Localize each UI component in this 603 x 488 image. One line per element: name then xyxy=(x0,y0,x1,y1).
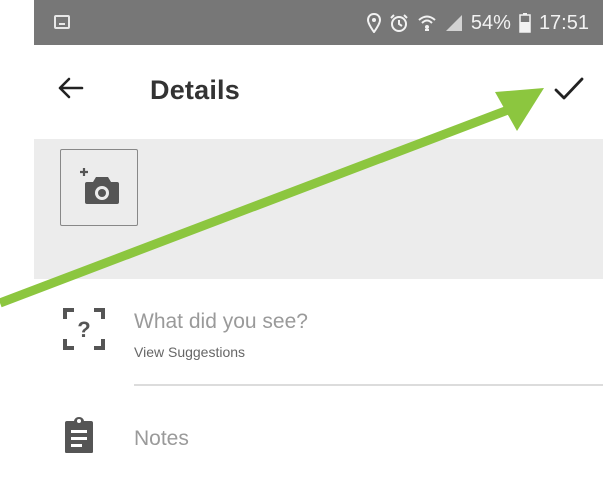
photo-area xyxy=(34,139,603,279)
battery-icon xyxy=(519,13,531,33)
notes-row[interactable]: Notes xyxy=(34,386,603,488)
unknown-species-icon: ? xyxy=(63,308,105,350)
wifi-icon xyxy=(418,15,436,31)
checkmark-icon[interactable] xyxy=(553,75,585,103)
back-arrow-icon[interactable] xyxy=(56,73,86,103)
species-input[interactable]: What did you see? xyxy=(134,310,308,334)
notes-input[interactable]: Notes xyxy=(134,427,189,451)
clock: 17:51 xyxy=(538,11,589,34)
svg-text:?: ? xyxy=(77,317,90,342)
view-suggestions-link[interactable]: View Suggestions xyxy=(134,344,245,360)
species-row[interactable]: ? What did you see? View Suggestions xyxy=(34,279,603,385)
add-photo-icon xyxy=(80,168,119,204)
status-bar: 54% 17:51 xyxy=(34,0,603,45)
add-photo-button[interactable] xyxy=(60,149,138,226)
alarm-icon xyxy=(390,14,408,32)
page-title: Details xyxy=(150,75,240,105)
app-bar: Details xyxy=(34,45,603,139)
screenshot-icon xyxy=(54,15,70,29)
location-icon xyxy=(366,13,381,33)
battery-percent: 54% xyxy=(470,11,511,34)
clipboard-icon xyxy=(65,417,93,453)
signal-icon xyxy=(445,15,462,31)
status-icons: 54% 17:51 xyxy=(366,10,589,36)
